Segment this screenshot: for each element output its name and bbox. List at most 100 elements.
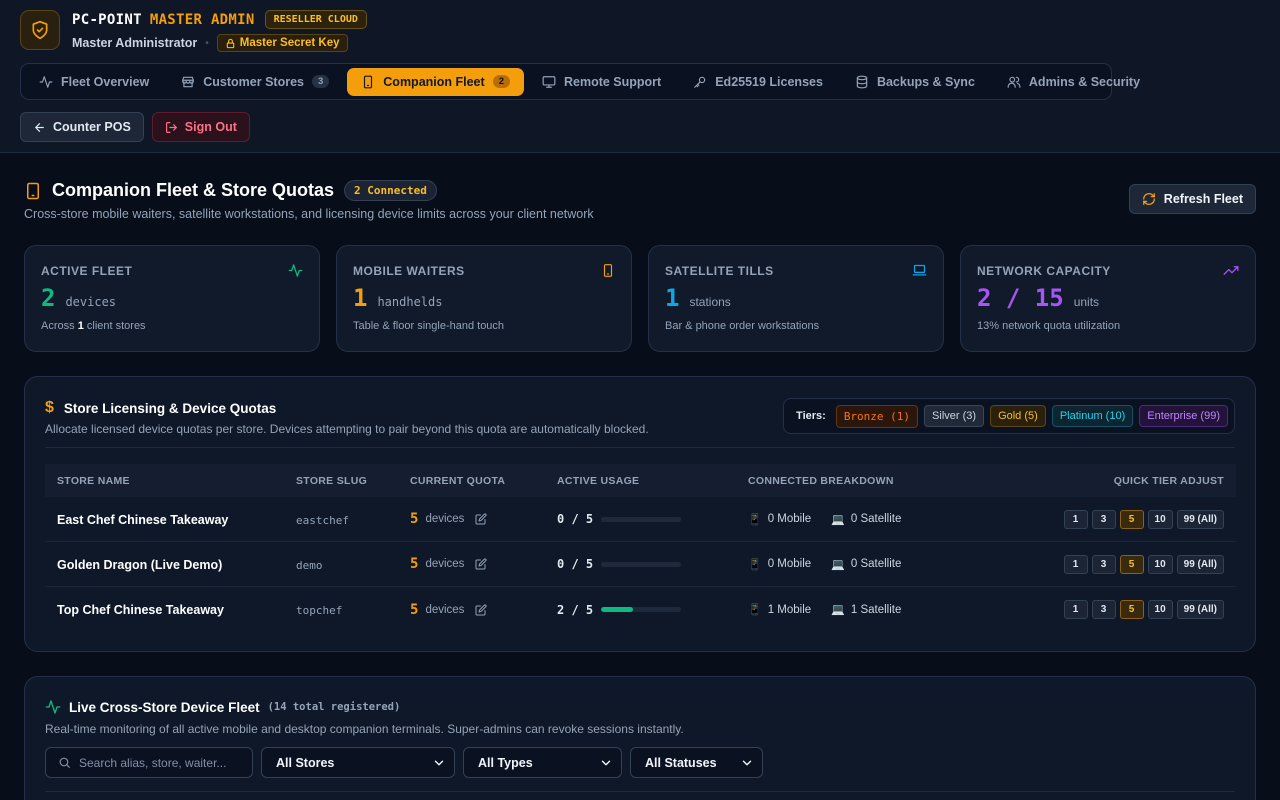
dot-separator: • xyxy=(205,37,209,49)
laptop-icon xyxy=(912,264,927,276)
column-header: CURRENT QUOTA xyxy=(410,474,506,487)
tier-badge-silver: Silver (3) xyxy=(924,405,985,427)
store-quotas-panel: $ Store Licensing & Device Quotas Alloca… xyxy=(24,376,1256,652)
tier-adjust-button[interactable]: 5 xyxy=(1119,554,1144,574)
sign-out-button[interactable]: Sign Out xyxy=(151,112,250,142)
tab-companion-fleet[interactable]: Companion Fleet 2 xyxy=(347,67,524,96)
table-row: Golden Dragon (Live Demo) demo 5 devices 0 /… xyxy=(45,542,1236,587)
users-icon xyxy=(1007,76,1021,88)
store-filter-select[interactable]: All Stores xyxy=(261,747,455,778)
edit-quota-button[interactable] xyxy=(475,558,487,570)
refresh-fleet-label: Refresh Fleet xyxy=(1163,192,1243,206)
store-icon xyxy=(182,76,195,87)
main-nav: Fleet Overview Customer Stores 3 Compani… xyxy=(20,63,1140,100)
tab-label: Customer Stores xyxy=(203,74,304,89)
tab-fleet-overview[interactable]: Fleet Overview xyxy=(25,68,163,96)
stat-card-mobile-waiters: MOBILE WAITERS 1 handhelds Table & floor… xyxy=(336,245,632,352)
tier-adjust-button[interactable]: 10 xyxy=(1147,554,1173,574)
counter-pos-label: Counter POS xyxy=(53,120,131,134)
quota-value: 5 xyxy=(410,601,419,618)
store-slug: eastchef xyxy=(296,513,349,527)
tab-backups-sync[interactable]: Backups & Sync xyxy=(841,68,989,96)
shield-logo xyxy=(20,10,60,50)
stat-desc-post: client stores xyxy=(83,320,146,332)
trending-up-icon xyxy=(1223,266,1239,275)
select-value: All Stores xyxy=(276,755,335,770)
stat-unit: stations xyxy=(689,295,731,309)
stat-label: ACTIVE FLEET xyxy=(41,264,133,278)
chevron-down-icon xyxy=(601,760,611,765)
column-header: QUICK TIER ADJUST xyxy=(1113,474,1224,487)
search-input[interactable] xyxy=(79,755,239,770)
stat-value: 1 xyxy=(665,284,680,312)
tablet-icon xyxy=(27,182,39,199)
edit-icon xyxy=(475,558,487,570)
tier-adjust-button[interactable]: 1 xyxy=(1063,509,1088,529)
main-content: Companion Fleet & Store Quotas 2 Connect… xyxy=(0,153,1280,800)
search-box xyxy=(45,747,253,778)
edit-quota-button[interactable] xyxy=(475,513,487,525)
quota-unit: devices xyxy=(425,558,465,570)
tier-adjust-button[interactable]: 3 xyxy=(1091,509,1116,529)
secret-key-label: Master Secret Key xyxy=(239,37,340,49)
stat-value: 1 xyxy=(353,284,368,312)
stats-row: ACTIVE FLEET 2 devices Across 1 client s… xyxy=(24,245,1256,352)
tablet-icon xyxy=(364,75,373,88)
tier-adjust-button[interactable]: 99 (All) xyxy=(1176,509,1224,529)
satellite-count: 0 Satellite xyxy=(850,513,902,525)
tab-label: Ed25519 Licenses xyxy=(715,74,823,89)
stat-card-network-capacity: NETWORK CAPACITY 2 / 15 units 13% networ… xyxy=(960,245,1256,352)
tab-admins-security[interactable]: Admins & Security xyxy=(993,68,1154,96)
tab-label: Admins & Security xyxy=(1028,74,1141,89)
stat-label: NETWORK CAPACITY xyxy=(977,264,1111,278)
counter-pos-button[interactable]: Counter POS xyxy=(20,112,144,142)
fleet-filters: All Stores All Types All Statuses xyxy=(45,747,763,778)
monitor-icon xyxy=(542,75,556,88)
admin-header: PC-POINT MASTER ADMIN RESELLER CLOUD Mas… xyxy=(0,0,1280,153)
tier-adjust-button[interactable]: 99 (All) xyxy=(1176,554,1224,574)
tier-adjust-button[interactable]: 1 xyxy=(1063,554,1088,574)
panel-title-row: Live Cross-Store Device Fleet (14 total … xyxy=(45,699,400,715)
page-title: Companion Fleet & Store Quotas xyxy=(52,180,335,200)
refresh-fleet-button[interactable]: Refresh Fleet xyxy=(1128,184,1256,214)
search-icon xyxy=(59,757,70,768)
tier-adjust-button[interactable]: 5 xyxy=(1119,600,1144,619)
tier-adjust-group: 1 3 5 10 99 (All) xyxy=(988,554,1236,574)
page-title-row: Companion Fleet & Store Quotas 2 Connect… xyxy=(24,180,437,201)
tier-adjust-button[interactable]: 10 xyxy=(1147,600,1173,619)
mobile-icon: 📱 xyxy=(748,513,762,526)
activity-icon xyxy=(288,264,303,277)
dollar-icon: $ xyxy=(45,399,54,416)
header-actions: Counter POS Sign Out xyxy=(20,112,250,142)
tier-adjust-button[interactable]: 3 xyxy=(1091,600,1116,619)
usage-bar-fill xyxy=(601,607,634,612)
stat-card-active-fleet: ACTIVE FLEET 2 devices Across 1 client s… xyxy=(24,245,320,352)
tier-badge-platinum: Platinum (10) xyxy=(1051,405,1134,427)
select-value: All Types xyxy=(478,755,533,770)
stat-value: 2 / 15 xyxy=(977,284,1064,312)
satellite-icon: 💻 xyxy=(831,513,845,526)
edit-quota-button[interactable] xyxy=(475,603,487,616)
quota-unit: devices xyxy=(425,603,465,616)
tier-adjust-group: 1 3 5 10 99 (All) xyxy=(988,600,1236,619)
panel-subtitle: Allocate licensed device quotas per stor… xyxy=(45,422,649,436)
quota-table: STORE NAME STORE SLUG CURRENT QUOTA ACTI… xyxy=(45,464,1236,632)
tier-adjust-button[interactable]: 5 xyxy=(1119,509,1144,529)
database-icon xyxy=(856,75,868,88)
tier-adjust-button[interactable]: 99 (All) xyxy=(1176,600,1224,619)
tab-licenses[interactable]: Ed25519 Licenses xyxy=(679,68,837,96)
tiers-label: Tiers: xyxy=(796,410,826,422)
tier-adjust-button[interactable]: 10 xyxy=(1147,509,1173,529)
tab-label: Backups & Sync xyxy=(876,74,975,89)
status-filter-select[interactable]: All Statuses xyxy=(630,747,763,778)
reseller-badge: RESELLER CLOUD xyxy=(264,10,367,29)
tab-customer-stores[interactable]: Customer Stores 3 xyxy=(167,68,343,96)
mobile-icon: 📱 xyxy=(748,558,762,571)
tier-adjust-button[interactable]: 1 xyxy=(1063,600,1088,619)
usage-bar xyxy=(601,607,682,612)
tab-remote-support[interactable]: Remote Support xyxy=(528,68,675,96)
tier-adjust-button[interactable]: 3 xyxy=(1091,554,1116,574)
tier-badge-bronze: Bronze (1) xyxy=(835,404,919,428)
type-filter-select[interactable]: All Types xyxy=(463,747,622,778)
stat-unit: devices xyxy=(65,295,117,309)
